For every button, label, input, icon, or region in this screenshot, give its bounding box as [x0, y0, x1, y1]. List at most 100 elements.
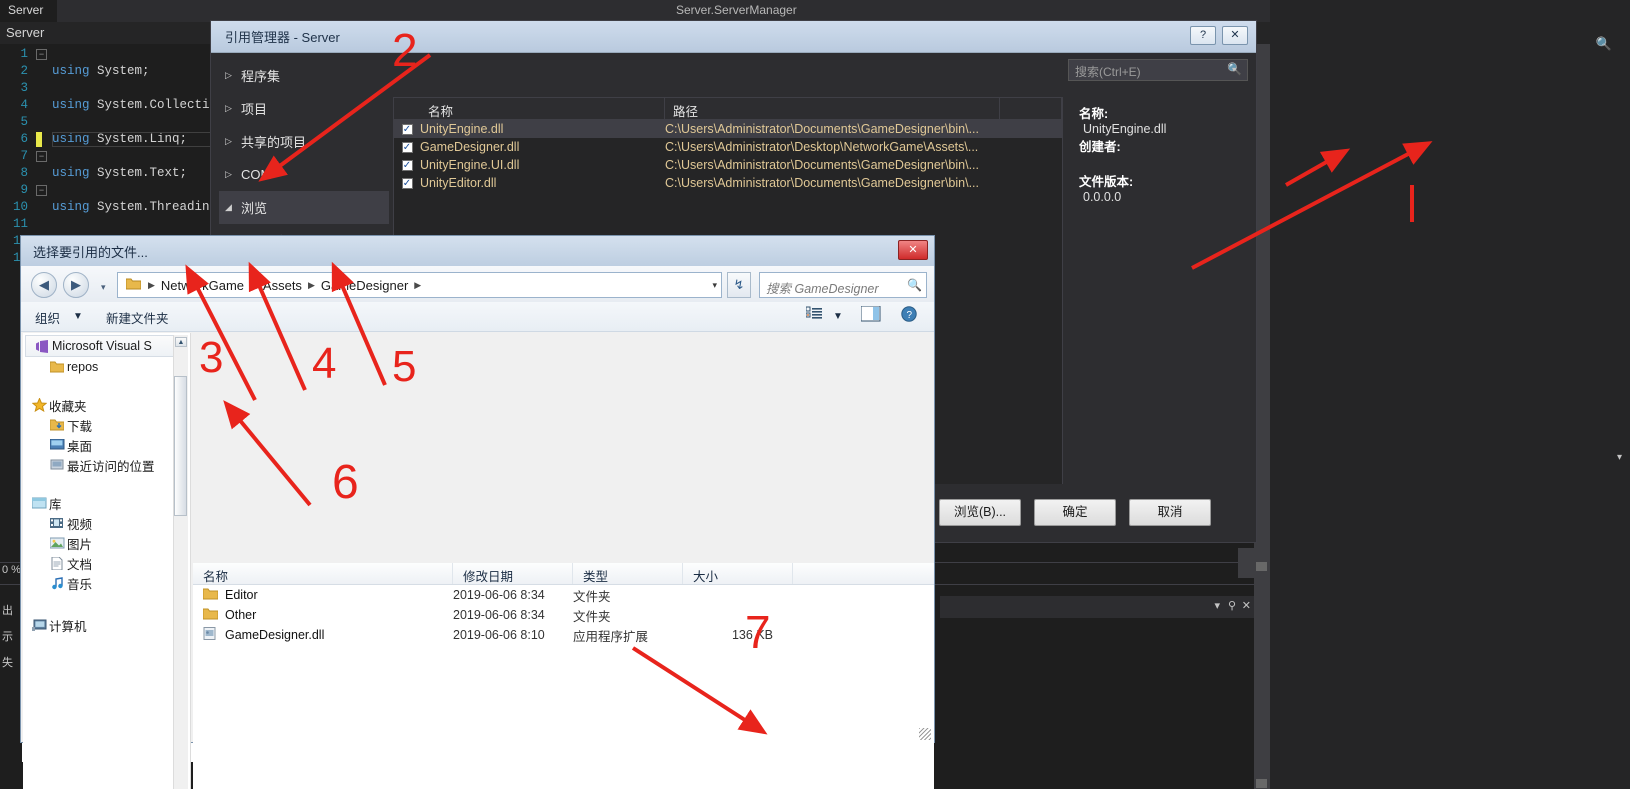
document-tab-servermanager[interactable]: Server.ServerManager — [668, 0, 811, 22]
file-row[interactable]: GameDesigner.dll 2019-06-06 8:10 应用程序扩展 … — [193, 625, 934, 645]
place-item-videos[interactable]: 视频 — [23, 513, 190, 533]
search-icon[interactable]: 🔍 — [1596, 36, 1612, 52]
resize-grip[interactable] — [919, 728, 931, 740]
preview-pane-icon[interactable] — [860, 305, 881, 325]
new-folder-button[interactable]: 新建文件夹 — [106, 308, 169, 327]
reference-manager-title: 引用管理器 - Server — [225, 30, 340, 45]
cancel-button[interactable]: 取消 — [1129, 499, 1211, 526]
reference-manager-titlebar[interactable]: 引用管理器 - Server ? ✕ — [211, 21, 1256, 53]
breadcrumb-separator[interactable]: ▶ — [305, 280, 318, 291]
chevron-down-icon[interactable]: ▼ — [73, 311, 83, 322]
place-item-recent-places[interactable]: 最近访问的位置 — [23, 455, 190, 475]
twisty-icon[interactable]: ▷ — [225, 136, 241, 147]
back-arrow-icon[interactable]: ◀ — [31, 272, 57, 298]
chevron-down-icon[interactable]: ▼ — [833, 311, 843, 322]
reference-checkbox[interactable]: ✓ — [394, 141, 420, 153]
fold-toggle-icon[interactable]: − — [36, 151, 47, 162]
place-item-downloads[interactable]: 下载 — [23, 415, 190, 435]
pin-icon[interactable]: ⚲ — [1228, 599, 1236, 612]
column-header-size[interactable]: 大小 — [683, 563, 793, 584]
twisty-icon[interactable]: ▷ — [225, 169, 241, 180]
place-item-pictures[interactable]: 图片 — [23, 533, 190, 553]
help-button[interactable]: ? — [1190, 26, 1216, 45]
place-item-repos[interactable]: repos — [23, 357, 190, 377]
breadcrumb-item-networkgame[interactable]: NetworkGame — [158, 278, 247, 293]
refresh-icon[interactable]: ↯ — [727, 272, 751, 298]
editor-scroll-stub[interactable] — [1238, 548, 1254, 578]
status-fragment: 0 % — [2, 564, 21, 576]
scroll-down-arrow[interactable] — [1256, 779, 1267, 788]
chevron-down-icon[interactable]: ▾ — [1232, 65, 1236, 74]
file-row[interactable]: Other 2019-06-06 8:34 文件夹 — [193, 605, 934, 625]
organize-button[interactable]: 组织 — [35, 308, 60, 327]
twisty-icon[interactable]: ◢ — [225, 202, 241, 213]
twisty-icon[interactable]: ▷ — [225, 103, 241, 114]
breadcrumb-separator[interactable]: ▶ — [145, 280, 158, 291]
place-item-visual-studio[interactable]: Microsoft Visual S — [25, 335, 186, 357]
chevron-down-icon[interactable]: ▾ — [101, 282, 106, 293]
reference-checkbox[interactable]: ✓ — [394, 159, 420, 171]
column-header-extra[interactable] — [1000, 98, 1062, 119]
place-item-favorites[interactable]: 收藏夹 — [23, 395, 190, 415]
help-icon[interactable]: ? — [901, 306, 919, 325]
ok-button[interactable]: 确定 — [1034, 499, 1116, 526]
lower-scrollbar-right[interactable] — [1254, 560, 1270, 789]
tool-window-header: ▾ ⚲ ✕ — [940, 596, 1256, 618]
reference-row[interactable]: ✓ UnityEngine.UI.dll C:\Users\Administra… — [394, 156, 1062, 174]
file-picker-places-sidebar[interactable]: Microsoft Visual S repos 收藏夹 下载 桌面 最近访问的… — [23, 333, 191, 789]
chevron-down-icon[interactable]: ▾ — [1214, 599, 1220, 612]
forward-arrow-icon[interactable]: ▶ — [63, 272, 89, 298]
chevron-down-icon[interactable]: ▾ — [712, 280, 717, 291]
reference-checkbox[interactable]: ✓ — [394, 177, 420, 189]
breadcrumb-separator[interactable]: ▶ — [411, 280, 424, 291]
sidebar-scroll-thumb[interactable] — [174, 376, 187, 516]
document-tab-server[interactable]: Server — [0, 0, 58, 22]
chevron-down-icon[interactable]: ▾ — [1617, 452, 1622, 463]
category-shared-projects[interactable]: ▷ 共享的项目 — [219, 125, 389, 158]
reference-checkbox[interactable]: ✓ — [394, 123, 420, 135]
reference-row[interactable]: ✓ UnityEditor.dll C:\Users\Administrator… — [394, 174, 1062, 192]
file-picker-search-input[interactable]: 搜索 GameDesigner — [759, 272, 927, 298]
column-header-path[interactable]: 路径 — [665, 98, 1000, 119]
breadcrumb-item-assets[interactable]: Assets — [260, 278, 305, 293]
details-name-label: 名称: — [1079, 107, 1109, 121]
category-assemblies[interactable]: ▷ 程序集 — [219, 59, 389, 92]
category-browse[interactable]: ◢ 浏览 — [219, 191, 389, 224]
close-icon[interactable]: ✕ — [1242, 599, 1251, 612]
twisty-icon[interactable]: ▷ — [225, 70, 241, 81]
column-header-name[interactable]: 名称 — [193, 563, 453, 584]
breadcrumb[interactable]: ▶ NetworkGame ▶ Assets ▶ GameDesigner ▶ … — [117, 272, 722, 298]
view-list-icon[interactable] — [805, 306, 824, 325]
reference-search-input[interactable]: 搜索(Ctrl+E) — [1068, 59, 1248, 81]
breadcrumb-separator[interactable]: ▶ — [247, 280, 260, 291]
column-header-type[interactable]: 类型 — [573, 563, 683, 584]
column-header-name[interactable]: 名称 — [420, 98, 665, 119]
file-list[interactable]: Editor 2019-06-06 8:34 文件夹 Other 2019-06… — [193, 585, 934, 789]
file-picker-titlebar[interactable]: 选择要引用的文件... ✕ — [21, 236, 934, 266]
place-item-computer[interactable]: 计算机 — [23, 615, 190, 635]
category-projects[interactable]: ▷ 项目 — [219, 92, 389, 125]
close-button[interactable]: ✕ — [1222, 26, 1248, 45]
fold-toggle-icon[interactable]: − — [36, 185, 47, 196]
search-icon[interactable]: 🔍 — [907, 278, 922, 292]
place-label: 最近访问的位置 — [67, 459, 155, 474]
category-label: COM — [241, 167, 272, 182]
breadcrumb-item-gamedesigner[interactable]: GameDesigner — [318, 278, 411, 293]
close-button[interactable]: ✕ — [898, 240, 928, 260]
scroll-up-arrow[interactable] — [1256, 562, 1267, 571]
file-row[interactable]: Editor 2019-06-06 8:34 文件夹 — [193, 585, 934, 605]
place-item-desktop[interactable]: 桌面 — [23, 435, 190, 455]
file-picker-dialog[interactable]: 选择要引用的文件... ✕ ◀ ▶ ▾ ▶ NetworkGame ▶ Asse… — [20, 235, 935, 789]
reference-row[interactable]: ✓ GameDesigner.dll C:\Users\Administrato… — [394, 138, 1062, 156]
category-com[interactable]: ▷ COM — [219, 158, 389, 191]
reference-row[interactable]: ✓ UnityEngine.dll C:\Users\Administrator… — [394, 120, 1062, 138]
column-header-modified[interactable]: 修改日期 — [453, 563, 573, 584]
scroll-up-arrow[interactable]: ▲ — [175, 337, 187, 347]
browse-button[interactable]: 浏览(B)... — [939, 499, 1021, 526]
place-item-libraries[interactable]: 库 — [23, 493, 190, 513]
place-item-music[interactable]: 音乐 — [23, 573, 190, 593]
fold-toggle-icon[interactable]: − — [36, 49, 47, 60]
place-item-documents[interactable]: 文档 — [23, 553, 190, 573]
